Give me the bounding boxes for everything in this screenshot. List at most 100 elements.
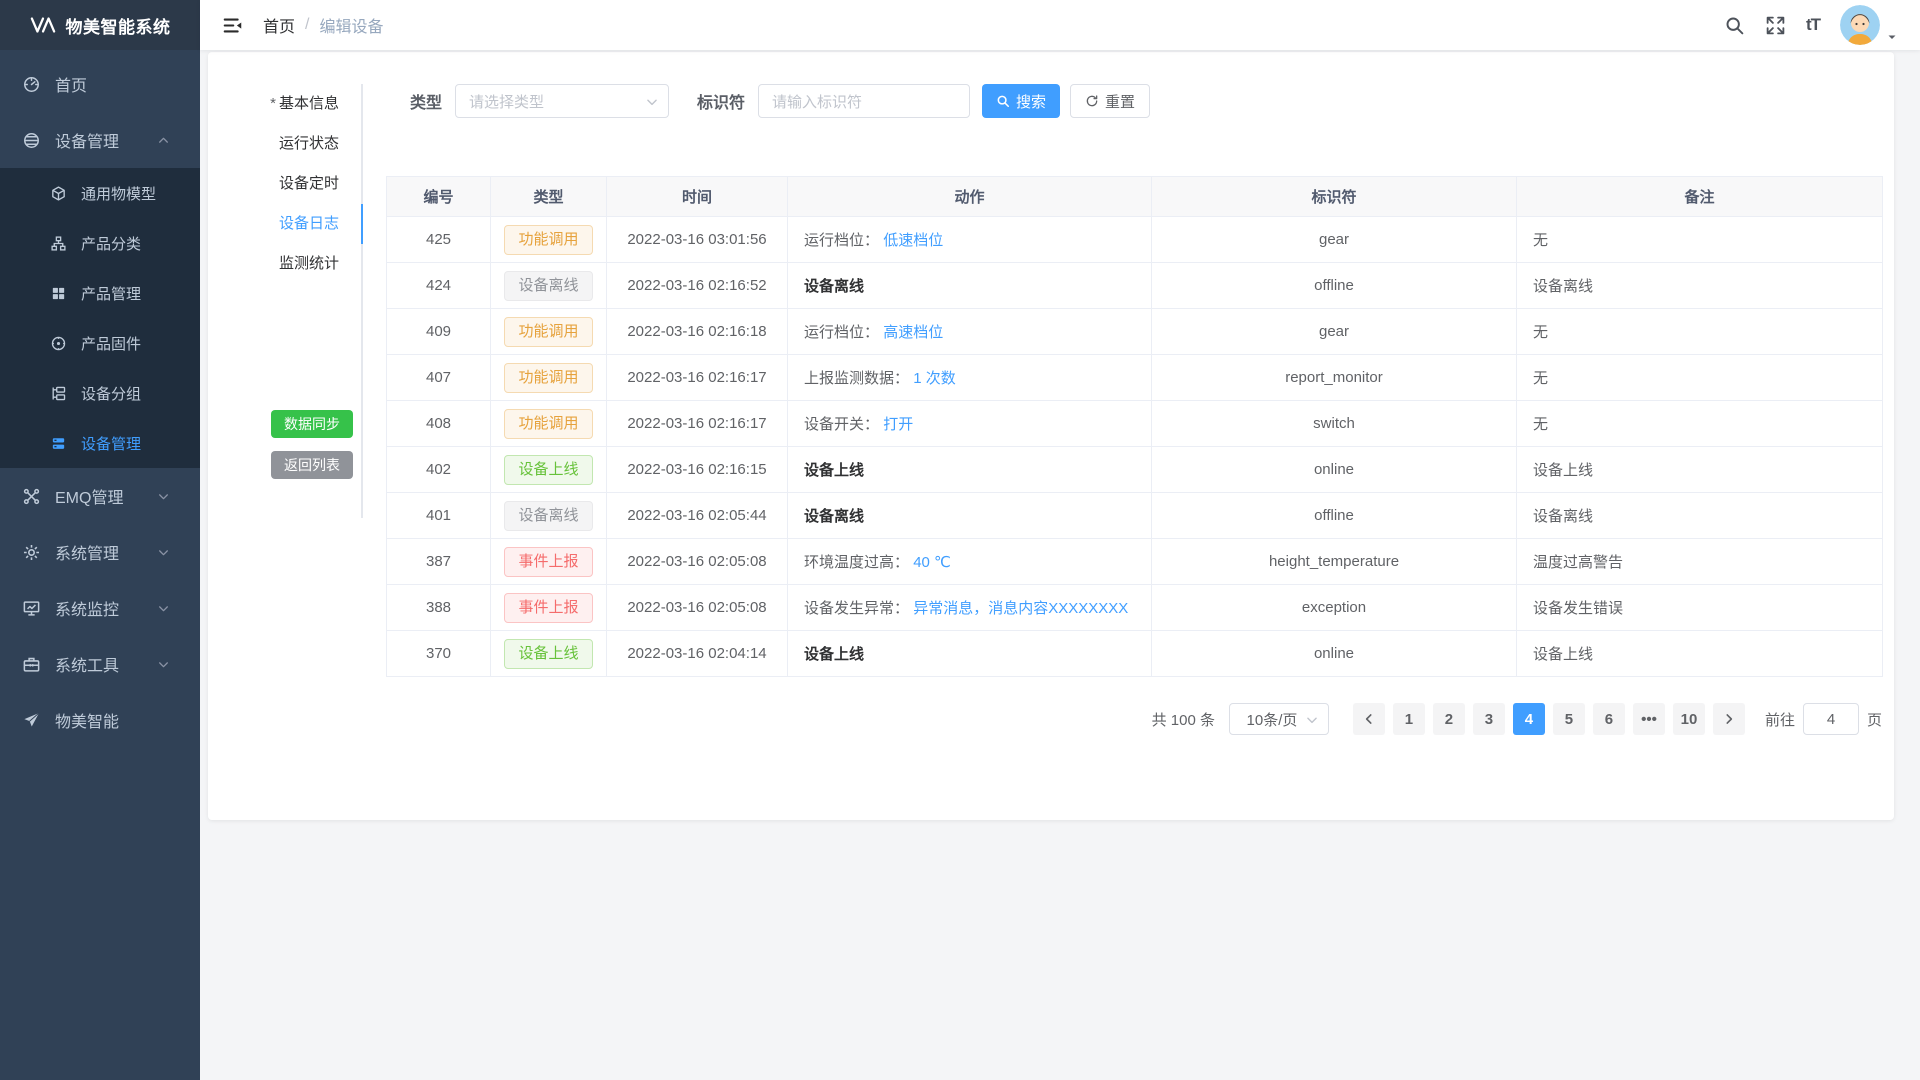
goto-unit: 页 — [1867, 709, 1882, 730]
goto-page-input[interactable]: 4 — [1803, 703, 1859, 735]
group-icon — [50, 385, 67, 402]
action-value-link[interactable]: 高速档位 — [883, 324, 943, 341]
page-button-4[interactable]: 4 — [1513, 703, 1545, 735]
cell-id: 424 — [387, 263, 491, 309]
data-sync-button[interactable]: 数据同步 — [271, 410, 353, 438]
cell-type: 设备上线 — [491, 631, 607, 677]
tab-basic-info[interactable]: *基本信息 — [228, 84, 361, 124]
breadcrumb-current: 编辑设备 — [319, 13, 383, 37]
tab-device-timer[interactable]: 设备定时 — [228, 164, 361, 204]
sidebar-item-label: 设备管理 — [81, 433, 141, 454]
page-button-2[interactable]: 2 — [1433, 703, 1465, 735]
device-icon — [22, 131, 41, 150]
action-value-link[interactable]: 40 ℃ — [913, 554, 951, 571]
sidebar-item-system-management[interactable]: 系统管理 — [0, 524, 200, 580]
tab-label: 基本信息 — [279, 95, 339, 112]
identifier-input[interactable]: 请输入标识符 — [758, 84, 970, 118]
sidebar-item-wumei-smart[interactable]: 物美智能 — [0, 692, 200, 748]
tab-run-status[interactable]: 运行状态 — [228, 124, 361, 164]
cell-action: 设备上线 — [788, 631, 1152, 677]
col-identifier: 标识符 — [1152, 177, 1517, 217]
log-type-tag: 功能调用 — [504, 363, 592, 393]
log-type-tag: 事件上报 — [504, 547, 592, 577]
cell-identifier: offline — [1152, 263, 1517, 309]
action-value-link[interactable]: 低速档位 — [883, 232, 943, 249]
cell-action: 设备离线 — [788, 263, 1152, 309]
sidebar-item-label: 首页 — [55, 72, 87, 96]
font-size-icon[interactable]: tT — [1806, 15, 1820, 35]
tab-monitor-stats[interactable]: 监测统计 — [228, 244, 361, 284]
cell-time: 2022-03-16 02:16:52 — [607, 263, 788, 309]
cell-id: 409 — [387, 309, 491, 355]
action-label: 上报监测数据： — [804, 370, 909, 387]
sidebar-item-home[interactable]: 首页 — [0, 56, 200, 112]
action-text: 设备上线 — [804, 462, 864, 479]
page-button-6[interactable]: 6 — [1593, 703, 1625, 735]
avatar[interactable] — [1840, 5, 1880, 45]
sidebar-item-device-management[interactable]: 设备管理 — [0, 112, 200, 168]
cell-type: 功能调用 — [491, 217, 607, 263]
chevron-down-icon — [157, 658, 170, 671]
page-content: *基本信息运行状态设备定时设备日志监测统计 数据同步 返回列表 类型 请选择类型 — [200, 50, 1920, 1080]
fullscreen-icon[interactable] — [1765, 15, 1786, 36]
log-type-tag: 功能调用 — [504, 317, 592, 347]
breadcrumb-home[interactable]: 首页 — [263, 13, 295, 37]
table-row: 409功能调用2022-03-16 02:16:18运行档位： 高速档位gear… — [387, 309, 1883, 355]
menu-fold-icon[interactable] — [222, 15, 243, 36]
identifier-input-placeholder: 请输入标识符 — [772, 91, 862, 112]
more-pages-button[interactable]: ••• — [1633, 703, 1665, 735]
user-menu[interactable] — [1840, 5, 1898, 45]
cell-remark: 无 — [1517, 355, 1883, 401]
sidebar-item-device-group[interactable]: 设备分组 — [0, 368, 200, 418]
tab-device-log[interactable]: 设备日志 — [228, 204, 361, 244]
search-icon[interactable] — [1724, 15, 1745, 36]
pagination-total: 共 100 条 — [1152, 709, 1215, 730]
page-size-select[interactable]: 10条/页 — [1229, 703, 1329, 735]
page-button-5[interactable]: 5 — [1553, 703, 1585, 735]
chevron-down-icon — [157, 490, 170, 503]
page-button-1[interactable]: 1 — [1393, 703, 1425, 735]
col-type: 类型 — [491, 177, 607, 217]
page-button-3[interactable]: 3 — [1473, 703, 1505, 735]
action-text: 设备离线 — [804, 278, 864, 295]
cell-action: 设备离线 — [788, 493, 1152, 539]
reset-button[interactable]: 重置 — [1070, 84, 1150, 118]
next-page-button[interactable] — [1713, 703, 1745, 735]
page-button-10[interactable]: 10 — [1673, 703, 1705, 735]
cell-identifier: height_temperature — [1152, 539, 1517, 585]
cell-type: 事件上报 — [491, 585, 607, 631]
sidebar-item-thing-model[interactable]: 通用物模型 — [0, 168, 200, 218]
sidebar-item-system-tools[interactable]: 系统工具 — [0, 636, 200, 692]
prev-page-button[interactable] — [1353, 703, 1385, 735]
sidebar-menu: 首页设备管理通用物模型产品分类产品管理产品固件设备分组设备管理EMQ管理系统管理… — [0, 50, 200, 1080]
back-to-list-button[interactable]: 返回列表 — [271, 451, 353, 479]
type-select[interactable]: 请选择类型 — [455, 84, 669, 118]
action-value-link[interactable]: 异常消息，消息内容XXXXXXXX — [913, 600, 1128, 617]
cell-time: 2022-03-16 02:05:08 — [607, 585, 788, 631]
action-value-link[interactable]: 打开 — [883, 416, 913, 433]
toolbox-icon — [22, 655, 41, 674]
sidebar-item-product-category[interactable]: 产品分类 — [0, 218, 200, 268]
cell-id: 370 — [387, 631, 491, 677]
cell-identifier: online — [1152, 447, 1517, 493]
sidebar-item-product-firmware[interactable]: 产品固件 — [0, 318, 200, 368]
monitor-icon — [22, 599, 41, 618]
sidebar-item-label: 系统监控 — [55, 596, 119, 620]
sidebar-item-label: 产品分类 — [81, 233, 141, 254]
search-button[interactable]: 搜索 — [982, 84, 1060, 118]
sidebar-item-system-monitor[interactable]: 系统监控 — [0, 580, 200, 636]
sidebar-item-emq-management[interactable]: EMQ管理 — [0, 468, 200, 524]
log-type-tag: 设备离线 — [504, 501, 592, 531]
sidebar-item-device-list[interactable]: 设备管理 — [0, 418, 200, 468]
cell-identifier: exception — [1152, 585, 1517, 631]
table-row: 407功能调用2022-03-16 02:16:17上报监测数据： 1 次数re… — [387, 355, 1883, 401]
cell-time: 2022-03-16 02:16:17 — [607, 355, 788, 401]
tab-label: 设备定时 — [279, 175, 339, 192]
tab-label: 监测统计 — [279, 255, 339, 272]
type-select-placeholder: 请选择类型 — [469, 91, 544, 112]
table-row: 425功能调用2022-03-16 03:01:56运行档位： 低速档位gear… — [387, 217, 1883, 263]
action-value-link[interactable]: 1 次数 — [913, 370, 956, 387]
action-label: 运行档位： — [804, 232, 879, 249]
sidebar-item-product-management[interactable]: 产品管理 — [0, 268, 200, 318]
grid-icon — [50, 285, 67, 302]
